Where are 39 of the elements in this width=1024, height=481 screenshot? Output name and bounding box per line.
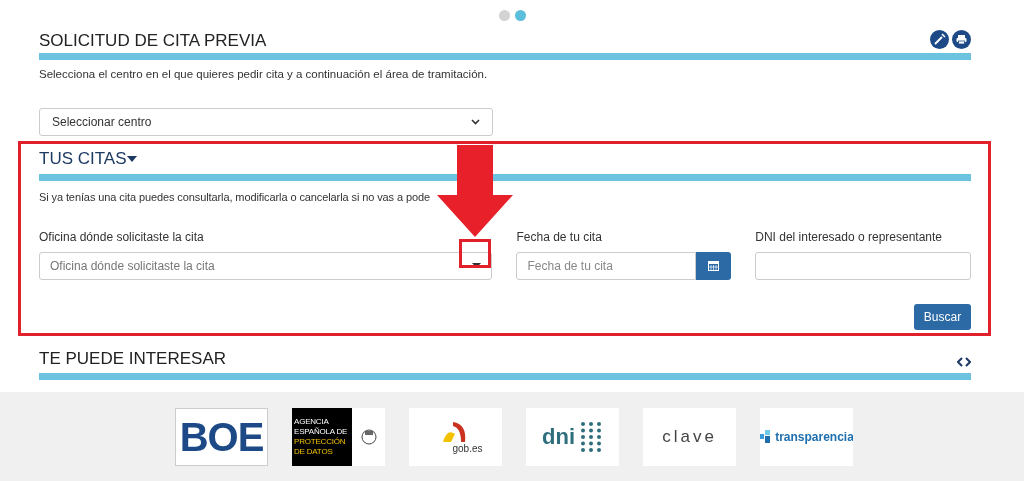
section-title: TE PUEDE INTERESAR bbox=[39, 349, 227, 367]
dni-field[interactable] bbox=[755, 251, 971, 280]
logo-tile[interactable]: gob.es bbox=[409, 407, 502, 466]
date-field[interactable]: Fecha de tu cita bbox=[516, 251, 697, 280]
logo-text: transparencia bbox=[775, 430, 853, 443]
logo-text: DE DATOS bbox=[294, 446, 334, 457]
section-title: SOLICITUD DE CITA PREVIA bbox=[39, 32, 267, 49]
search-button[interactable]: Buscar bbox=[914, 303, 971, 330]
emblem-icon bbox=[358, 426, 379, 447]
logo-tile[interactable]: AGENCIA ESPAÑOLA DE PROTECCIÓN DE DATOS bbox=[292, 407, 385, 466]
description-text: Si ya tenías una cita puedes consultarla, modificarla o cancelarla si no vas a pode bbox=[39, 190, 431, 206]
logo-icon bbox=[760, 429, 772, 444]
field-label: Oficina dónde solicitaste la cita bbox=[39, 228, 205, 246]
field-label: Fecha de tu cita bbox=[516, 228, 603, 246]
center-select[interactable]: Seleccionar centro bbox=[39, 108, 493, 137]
logo-text: PROTECCIÓN bbox=[294, 436, 347, 447]
print-icon[interactable] bbox=[952, 30, 971, 49]
logo-text: clave bbox=[662, 428, 717, 445]
logo-tile[interactable]: dni bbox=[526, 407, 619, 466]
caret-icon bbox=[126, 155, 137, 162]
logo-tile[interactable]: transparencia bbox=[760, 407, 853, 466]
code-icon[interactable] bbox=[957, 356, 971, 367]
wand-icon[interactable] bbox=[930, 30, 949, 49]
section-title[interactable]: TUS CITAS bbox=[39, 150, 127, 168]
office-select[interactable]: Oficina dónde solicitaste la cita bbox=[39, 251, 493, 280]
logo-text: gob.es bbox=[452, 443, 483, 454]
field-label: DNI del interesado o representante bbox=[755, 228, 943, 246]
logo-text: AGENCIA bbox=[294, 416, 330, 427]
arrow-annotation-icon bbox=[437, 145, 513, 237]
calendar-button[interactable] bbox=[696, 251, 732, 280]
logo-text: BOE bbox=[179, 416, 264, 457]
calendar-icon bbox=[708, 260, 720, 272]
logo-tile[interactable]: clave bbox=[643, 407, 736, 466]
description-text: Selecciona el centro en el que quieres pedir cita y a continuación el área de tramitación. bbox=[39, 67, 489, 82]
logo-text: ESPAÑOLA DE bbox=[294, 426, 349, 437]
logo-text: dni bbox=[542, 425, 575, 448]
chevron-down-icon bbox=[471, 119, 480, 126]
dots-icon bbox=[579, 419, 603, 454]
logo-tile[interactable]: BOE bbox=[175, 407, 268, 466]
